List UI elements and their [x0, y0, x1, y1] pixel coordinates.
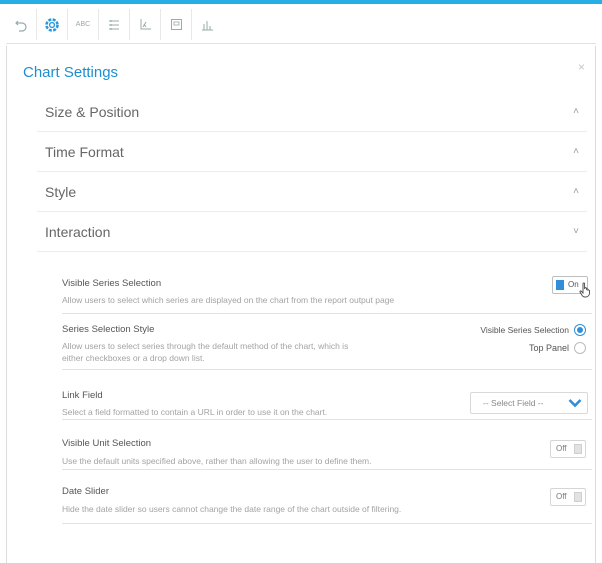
date-slider-toggle[interactable]: Off [550, 488, 586, 506]
list-tab-button[interactable] [99, 9, 130, 40]
setting-visible-unit: Visible Unit Selection Use the default u… [62, 438, 592, 470]
setting-title: Visible Unit Selection [62, 438, 152, 449]
toggle-knob [574, 492, 582, 502]
setting-date-slider: Date Slider Hide the date slider so user… [62, 486, 592, 524]
settings-tab-button[interactable] [37, 9, 68, 40]
close-icon[interactable]: × [578, 60, 585, 74]
chart-settings-panel: Chart Settings × Size & Position ˄ Time … [6, 46, 596, 563]
list-icon [108, 19, 120, 31]
setting-description: either checkboxes or a drop down list. [62, 353, 205, 363]
abc-text-icon: ABC [75, 21, 91, 28]
hand-cursor-icon [578, 282, 592, 303]
chart-tab-button[interactable] [192, 9, 223, 40]
accordion-label: Interaction [45, 223, 111, 240]
setting-link-field: Link Field Select a field formatted to c… [62, 390, 592, 420]
toggle-knob [556, 280, 564, 290]
chevron-down-icon: ˅ [573, 226, 579, 237]
accordion-label: Style [45, 183, 77, 200]
chevron-up-icon: ˄ [573, 106, 579, 117]
toggle-label: Off [556, 444, 567, 453]
undo-icon [14, 18, 28, 32]
settings-window: ABC Chart Settings × Size & Position ˄ T… [0, 0, 602, 563]
setting-title: Date Slider [62, 486, 109, 497]
radio-option-top-panel[interactable]: Top Panel [529, 342, 586, 354]
setting-title: Series Selection Style [62, 324, 155, 335]
gear-icon [44, 17, 60, 33]
accordion-label: Time Format [45, 143, 124, 160]
axes-tab-button[interactable] [130, 9, 161, 40]
accordion-style[interactable]: Style ˄ [37, 172, 587, 212]
setting-description: Hide the date slider so users cannot cha… [62, 504, 402, 514]
image-tab-button[interactable] [161, 9, 192, 40]
toggle-label: Off [556, 492, 567, 501]
toolbar: ABC [6, 6, 596, 44]
radio-label: Top Panel [528, 343, 569, 353]
radio-button-selected[interactable] [574, 324, 586, 336]
panel-title: Chart Settings [23, 64, 119, 81]
bar-chart-icon [201, 18, 214, 31]
setting-title: Visible Series Selection [62, 278, 162, 289]
accordion-size-position[interactable]: Size & Position ˄ [37, 92, 587, 132]
setting-description: Select a field formatted to contain a UR… [62, 407, 328, 417]
image-icon [170, 18, 183, 31]
select-value: -- Select Field -- [483, 398, 544, 408]
radio-button[interactable] [574, 342, 586, 354]
setting-description: Use the default units specified above, r… [62, 456, 372, 466]
chevron-down-icon [563, 398, 587, 408]
accordion-label: Size & Position [45, 103, 140, 120]
chevron-up-icon: ˄ [573, 186, 579, 197]
setting-description: Allow users to select which series are d… [62, 295, 395, 305]
setting-visible-series: Visible Series Selection Allow users to … [62, 276, 592, 314]
chevron-up-icon: ˄ [573, 146, 579, 157]
setting-description: Allow users to select series through the… [62, 341, 349, 351]
axes-icon [139, 18, 152, 31]
radio-option-visible-series[interactable]: Visible Series Selection [480, 324, 586, 336]
toggle-knob [574, 444, 582, 454]
setting-series-style: Series Selection Style Allow users to se… [62, 324, 592, 370]
setting-title: Link Field [62, 390, 103, 401]
accordion-interaction[interactable]: Interaction ˅ [37, 212, 587, 252]
link-field-select[interactable]: -- Select Field -- [470, 392, 588, 414]
accordion-time-format[interactable]: Time Format ˄ [37, 132, 587, 172]
top-accent-bar [0, 0, 602, 4]
text-tab-button[interactable]: ABC [68, 9, 99, 40]
radio-label: Visible Series Selection [480, 325, 569, 335]
undo-button[interactable] [6, 9, 37, 40]
visible-unit-toggle[interactable]: Off [550, 440, 586, 458]
